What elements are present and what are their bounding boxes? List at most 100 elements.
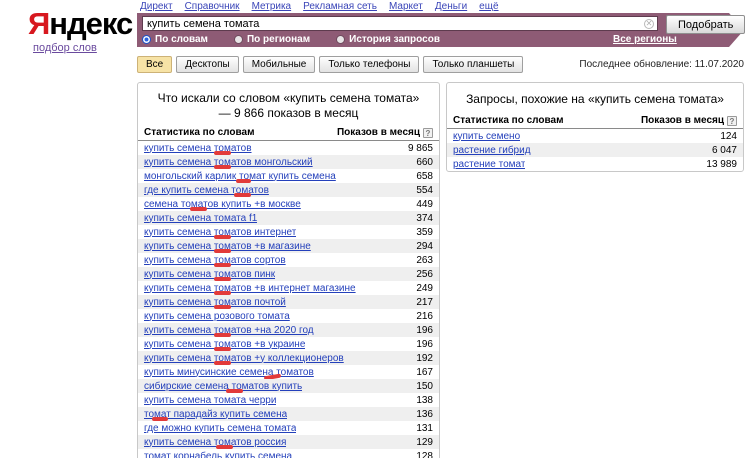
search-mode-option[interactable]: По регионам bbox=[233, 34, 311, 45]
keyword-link[interactable]: купить семена томатов bbox=[144, 143, 252, 154]
keyword-link[interactable]: купить семена томатов пинк bbox=[144, 269, 275, 280]
impressions-value: 217 bbox=[416, 296, 433, 308]
search-mode-label: По регионам bbox=[246, 34, 311, 45]
yandex-logo[interactable]: Яндекс bbox=[28, 6, 133, 42]
radio-icon[interactable] bbox=[233, 35, 243, 44]
impressions-value: 6 047 bbox=[711, 144, 737, 156]
search-bar: ✕ Подобрать По словам По регионам История … bbox=[137, 13, 746, 47]
table-row: купить семена томатов интернет 359 bbox=[138, 225, 439, 239]
keyword-link[interactable]: растение томат bbox=[453, 159, 525, 170]
tab-только-телефоны[interactable]: Только телефоны bbox=[319, 56, 420, 73]
impressions-value: 374 bbox=[416, 212, 433, 224]
table-row: купить семено 124 bbox=[447, 129, 743, 143]
nav-link-справочник[interactable]: Справочник bbox=[185, 1, 240, 12]
all-regions-link[interactable]: Все регионы bbox=[613, 34, 677, 45]
impressions-value: 124 bbox=[720, 130, 737, 142]
table-row: купить семена томатов +в украине 196 bbox=[138, 337, 439, 351]
column-header-phrase: Статистика по словам bbox=[453, 115, 564, 126]
table-row: купить семена томатов сортов 263 bbox=[138, 253, 439, 267]
yandex-logo-rest: ндекс bbox=[49, 6, 133, 41]
keyword-link[interactable]: сибирские семена томатов купить bbox=[144, 381, 302, 392]
help-icon[interactable]: ? bbox=[727, 115, 737, 126]
table-row: где можно купить семена томата 131 bbox=[138, 421, 439, 435]
search-mode-selected[interactable]: По словам bbox=[142, 34, 208, 45]
impressions-value: 359 bbox=[416, 226, 433, 238]
table-row: купить семена томатов +на 2020 год 196 bbox=[138, 323, 439, 337]
table-row: купить семена томатов монгольский 660 bbox=[138, 155, 439, 169]
column-header-phrase: Статистика по словам bbox=[144, 127, 255, 138]
impressions-value: 196 bbox=[416, 338, 433, 350]
table-row: сибирские семена томатов купить 150 bbox=[138, 379, 439, 393]
tab-мобильные[interactable]: Мобильные bbox=[242, 56, 316, 73]
nav-link-маркет[interactable]: Маркет bbox=[389, 1, 423, 12]
table-row: томат парадайз купить семена 136 bbox=[138, 407, 439, 421]
nav-link-директ[interactable]: Директ bbox=[140, 1, 173, 12]
last-update-label: Последнее обновление: 11.07.2020 bbox=[579, 59, 744, 70]
search-mode-option[interactable]: История запросов bbox=[336, 34, 440, 45]
left-panel-title: Что искали со словом «купить семена тома… bbox=[157, 91, 420, 120]
table-row: купить семена томатов +в интернет магази… bbox=[138, 281, 439, 295]
top-nav: Директ Справочник Метрика Рекламная сеть Мар… bbox=[140, 1, 511, 12]
keyword-link[interactable]: томат корнабель купить семена bbox=[144, 451, 292, 458]
impressions-value: 131 bbox=[416, 422, 433, 434]
table-row: купить минусинские семена томатов 167 bbox=[138, 365, 439, 381]
table-row: купить семена томатов почтой 217 bbox=[138, 295, 439, 309]
nav-link-метрика[interactable]: Метрика bbox=[252, 1, 292, 12]
yandex-logo-ya: Я bbox=[28, 6, 50, 41]
keyword-link[interactable]: купить минусинские семена томатов bbox=[144, 367, 314, 378]
keyword-link[interactable]: купить семена розового томата bbox=[144, 311, 290, 322]
left-table-body: купить семена томатов 9 865 купить семен… bbox=[138, 141, 439, 458]
nav-link-рекламная-сеть[interactable]: Рекламная сеть bbox=[303, 1, 377, 12]
impressions-value: 150 bbox=[416, 380, 433, 392]
keyword-link[interactable]: семена томатов купить +в москве bbox=[144, 199, 301, 210]
impressions-value: 136 bbox=[416, 408, 433, 420]
table-row: купить семена томата черри 138 bbox=[138, 393, 439, 407]
column-header-count: Показов в месяц bbox=[640, 115, 724, 126]
keyword-link[interactable]: купить семена томата черри bbox=[144, 395, 276, 406]
impressions-value: 449 bbox=[416, 198, 433, 210]
impressions-value: 263 bbox=[416, 254, 433, 266]
tab-десктопы[interactable]: Десктопы bbox=[176, 56, 239, 73]
impressions-value: 128 bbox=[416, 450, 433, 458]
impressions-value: 216 bbox=[416, 310, 433, 322]
keyword-link[interactable]: растение гибрид bbox=[453, 145, 531, 156]
table-row: купить семена томатов 9 865 bbox=[138, 141, 439, 155]
table-row: семена томатов купить +в москве 449 bbox=[138, 197, 439, 211]
nav-link-деньги[interactable]: Деньги bbox=[435, 1, 467, 12]
impressions-value: 192 bbox=[416, 352, 433, 364]
table-row: растение гибрид 6 047 bbox=[447, 143, 743, 157]
keyword-link[interactable]: купить семена томатов +у коллекционеров bbox=[144, 353, 344, 364]
impressions-value: 167 bbox=[416, 366, 433, 378]
impressions-value: 9 865 bbox=[407, 142, 433, 154]
table-row: монгольский карлик томат купить семена 6… bbox=[138, 169, 439, 183]
search-submit-button[interactable]: Подобрать bbox=[666, 15, 746, 34]
search-mode-radios: По словам По регионам История запросов bbox=[142, 34, 466, 45]
table-row: купить семена розового томата 216 bbox=[138, 309, 439, 323]
radio-icon[interactable] bbox=[336, 35, 346, 44]
impressions-value: 554 bbox=[416, 184, 433, 196]
keyword-link[interactable]: где можно купить семена томата bbox=[144, 423, 296, 434]
search-input[interactable] bbox=[142, 16, 658, 31]
clear-input-icon[interactable]: ✕ bbox=[644, 19, 654, 29]
impressions-value: 196 bbox=[416, 324, 433, 336]
right-panel-title: Запросы, похожие на «купить семена томат… bbox=[466, 92, 724, 106]
right-table-body: купить семено 124 растение гибрид 6 047 … bbox=[447, 129, 743, 171]
impressions-value: 658 bbox=[416, 170, 433, 182]
impressions-value: 256 bbox=[416, 268, 433, 280]
keyword-link[interactable]: купить семена томатов +в интернет магази… bbox=[144, 283, 356, 294]
help-icon[interactable]: ? bbox=[423, 127, 433, 138]
keyword-link[interactable]: купить семена томата f1 bbox=[144, 213, 257, 224]
tab-все[interactable]: Все bbox=[137, 56, 173, 73]
table-row: растение томат 13 989 bbox=[447, 157, 743, 171]
radio-selected-icon[interactable] bbox=[142, 35, 151, 44]
table-row: купить семена томатов +в магазине 294 bbox=[138, 239, 439, 253]
similar-queries-panel: Запросы, похожие на «купить семена томат… bbox=[446, 82, 744, 172]
impressions-value: 249 bbox=[416, 282, 433, 294]
right-table-header: Статистика по словам Показов в месяц ? bbox=[447, 114, 743, 129]
impressions-value: 660 bbox=[416, 156, 433, 168]
impressions-value: 138 bbox=[416, 394, 433, 406]
nav-link-ещё[interactable]: ещё bbox=[479, 1, 498, 12]
keyword-link[interactable]: купить семено bbox=[453, 131, 520, 142]
service-link-podbor-slov[interactable]: подбор слов bbox=[33, 42, 97, 54]
tab-только-планшеты[interactable]: Только планшеты bbox=[423, 56, 524, 73]
